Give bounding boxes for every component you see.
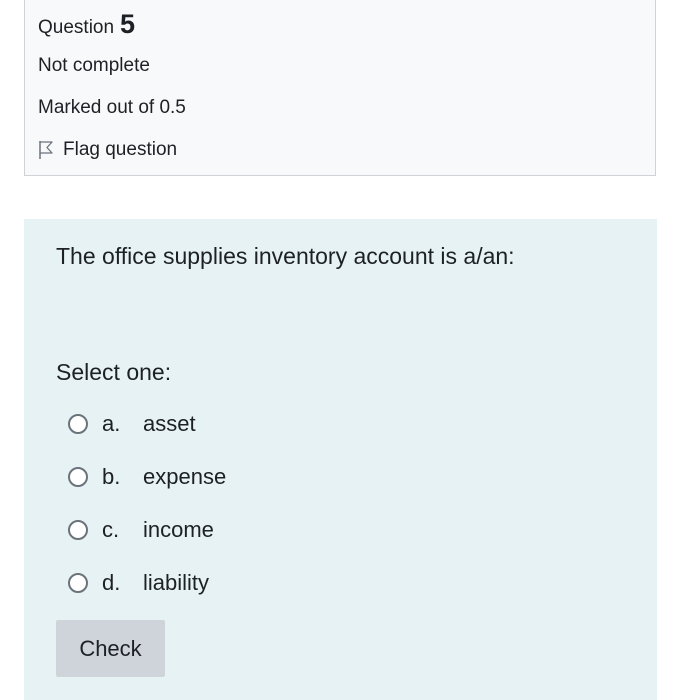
answer-letter: a. [102,410,121,436]
answer-option-d[interactable]: d. liability [68,556,226,609]
radio-button[interactable] [68,572,88,593]
question-label: Question [38,17,115,38]
radio-button[interactable] [68,519,88,540]
question-number-line: Question 5 [38,9,135,40]
answer-option-b[interactable]: b. expense [68,450,226,503]
select-one-prompt: Select one: [56,359,172,385]
question-number: 5 [120,9,136,39]
answer-label: expense [143,463,227,489]
question-grade: Marked out of 0.5 [38,97,186,118]
question-text: The office supplies inventory account is… [56,243,515,269]
answer-label: asset [143,410,196,436]
answer-letter: b. [102,463,121,489]
answer-option-c[interactable]: c. income [68,503,226,556]
flag-icon [39,141,53,159]
answer-letter: c. [102,516,120,542]
answer-list: a. asset b. expense c. income d. liabili… [68,397,226,609]
question-content-panel: The office supplies inventory account is… [24,219,657,700]
answer-letter: d. [102,569,121,595]
flag-question-link[interactable]: Flag question [38,139,177,161]
flag-question-label: Flag question [63,139,178,160]
question-state: Not complete [38,55,150,76]
answer-label: income [143,516,214,542]
question-info-panel: Question 5 Not complete Marked out of 0.5… [24,0,656,176]
radio-button[interactable] [68,413,88,434]
radio-button[interactable] [68,466,88,487]
answer-option-a[interactable]: a. asset [68,397,226,450]
answer-label: liability [143,569,210,595]
check-button[interactable]: Check [56,620,165,677]
